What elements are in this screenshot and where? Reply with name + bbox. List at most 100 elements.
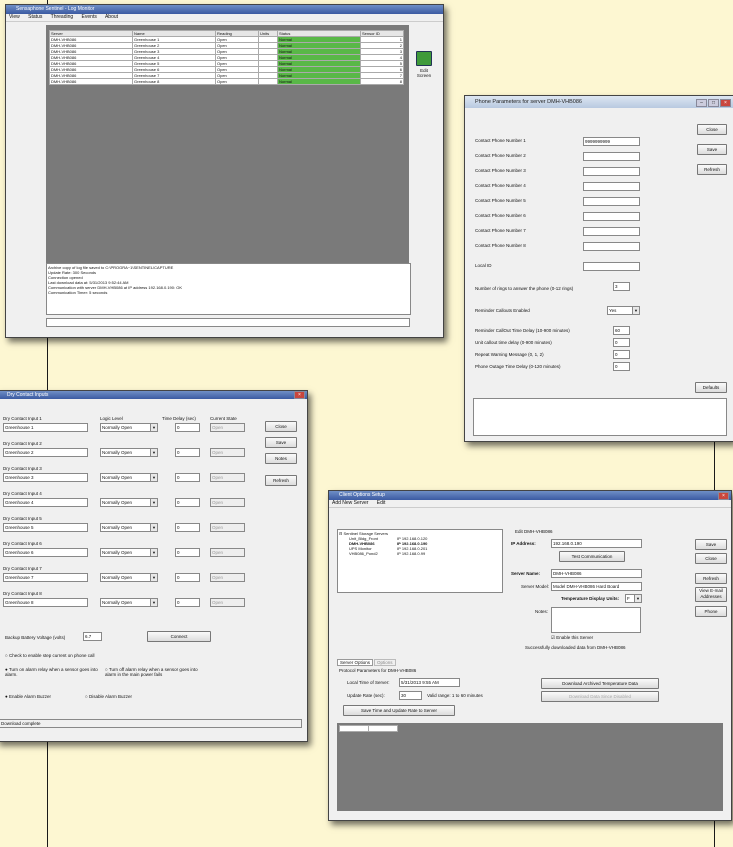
input-name-field[interactable]: Greenhouse 2 [3, 448, 88, 457]
contact-2-field[interactable] [583, 152, 640, 161]
radio-disable-buzzer[interactable]: ○ Disable Alarm Buzzer [85, 694, 132, 699]
input-label: Dry Contact Input 3 [3, 466, 42, 471]
tab-server-options[interactable]: Server Options [337, 659, 374, 666]
logic-dropdown[interactable]: Normally Open ▼ [100, 548, 158, 557]
defaults-button[interactable]: Defaults [695, 382, 727, 393]
param-3-field[interactable]: 0 [613, 350, 630, 359]
refresh-button[interactable]: Refresh [697, 164, 727, 175]
input-name-field[interactable]: Greenhouse 5 [3, 523, 88, 532]
minimize-icon[interactable]: – [696, 99, 707, 107]
callouts-dropdown[interactable]: Yes ▼ [607, 306, 640, 315]
contact-7-field[interactable] [583, 227, 640, 236]
dry-contact-window: Dry Contact Inputs × Dry Contact Input 1… [0, 390, 308, 742]
menu-about[interactable]: About [105, 14, 118, 20]
edit-screen-icon-button[interactable] [416, 51, 432, 66]
monitor-titlebar[interactable]: Sensaphone Sentinel - Log Monitor [6, 5, 443, 14]
setup-titlebar[interactable]: Client Options Setup × [329, 491, 731, 500]
temp-units-dropdown[interactable]: F ▼ [625, 594, 642, 603]
close-button[interactable]: Close [695, 553, 727, 564]
menu-view[interactable]: View [9, 14, 20, 20]
notes-button[interactable]: Notes [265, 453, 297, 464]
server-name-field[interactable]: DMH-VHB086 [551, 569, 642, 578]
input-name-field[interactable]: Greenhouse 3 [3, 473, 88, 482]
notes-field[interactable] [551, 607, 641, 633]
dry-titlebar[interactable]: Dry Contact Inputs × [0, 391, 307, 399]
logic-dropdown[interactable]: Normally Open ▼ [100, 473, 158, 482]
param-2-field[interactable]: 0 [613, 338, 630, 347]
input-name-field[interactable]: Greenhouse 7 [3, 573, 88, 582]
close-button[interactable]: Close [697, 124, 727, 135]
save-button[interactable]: Save [695, 539, 727, 550]
menu-status[interactable]: Status [28, 14, 42, 20]
header-delay: Time Delay (sec) [162, 416, 196, 421]
delay-field[interactable]: 0 [175, 598, 200, 607]
callouts-label: Reminder Callouts Enabled [475, 308, 530, 313]
chevron-down-icon: ▼ [150, 424, 157, 431]
radio-enable-buzzer[interactable]: ● Enable Alarm Buzzer [5, 694, 51, 699]
contact-5-field[interactable] [583, 197, 640, 206]
connect-button[interactable]: Connect [147, 631, 211, 642]
phone-titlebar[interactable]: Phone Parameters for server DMH-VHB086 –… [465, 96, 733, 108]
close-icon[interactable]: × [294, 391, 305, 399]
logic-dropdown[interactable]: Normally Open ▼ [100, 598, 158, 607]
save-time-button[interactable]: Save Time and Update Rate to Server [343, 705, 455, 716]
logic-dropdown[interactable]: Normally Open ▼ [100, 448, 158, 457]
logic-value: Normally Open [102, 425, 133, 430]
contact-4-field[interactable] [583, 182, 640, 191]
edit-screen-label[interactable]: Edit Screen [413, 68, 435, 78]
logic-value: Normally Open [102, 450, 133, 455]
radio-alarm-relay-off[interactable]: ○ Turn off alarm relay when a sensor goe… [105, 667, 200, 677]
contact-1-field[interactable]: 9999999999 [583, 137, 640, 146]
delay-field[interactable]: 0 [175, 573, 200, 582]
close-button[interactable]: Close [265, 421, 297, 432]
test-communication-button[interactable]: Test Communication [559, 551, 625, 562]
contact-8-field[interactable] [583, 242, 640, 251]
logic-dropdown[interactable]: Normally Open ▼ [100, 423, 158, 432]
param-4-field[interactable]: 0 [613, 362, 630, 371]
input-name-field[interactable]: Greenhouse 8 [3, 598, 88, 607]
input-name-field[interactable]: Greenhouse 6 [3, 548, 88, 557]
radio-step-current[interactable]: ○ Check to enable step current on phone … [5, 653, 95, 658]
delay-field[interactable]: 0 [175, 448, 200, 457]
menu-events[interactable]: Events [82, 14, 97, 20]
logic-dropdown[interactable]: Normally Open ▼ [100, 523, 158, 532]
close-icon[interactable]: × [720, 99, 731, 107]
local-id-field[interactable] [583, 262, 640, 271]
input-name-field[interactable]: Greenhouse 1 [3, 423, 88, 432]
contact-6-field[interactable] [583, 212, 640, 221]
delay-field[interactable]: 0 [175, 523, 200, 532]
refresh-button[interactable]: Refresh [265, 475, 297, 486]
server-tree[interactable]: ⊟ Sentinel Storage Servers Unit_Bldg_Fro… [337, 529, 503, 593]
refresh-button[interactable]: Refresh [695, 573, 727, 584]
delay-field[interactable]: 0 [175, 473, 200, 482]
tab-options[interactable]: Options [374, 659, 396, 666]
view-email-button[interactable]: View E-mail Addresses [695, 587, 727, 602]
phone-button[interactable]: Phone [695, 606, 727, 617]
download-archived-button[interactable]: Download Archived Temperature Data [541, 678, 659, 689]
delay-field[interactable]: 0 [175, 548, 200, 557]
save-button[interactable]: Save [265, 437, 297, 448]
update-rate-field[interactable]: 30 [399, 691, 422, 700]
phone-notes-area[interactable] [473, 398, 727, 436]
delay-field[interactable]: 0 [175, 498, 200, 507]
menu-threading[interactable]: Threading [51, 14, 74, 20]
maximize-icon[interactable]: □ [708, 99, 719, 107]
state-field: Open [210, 448, 245, 457]
logic-dropdown[interactable]: Normally Open ▼ [100, 498, 158, 507]
header-logic: Logic Level [100, 416, 123, 421]
contact-3-field[interactable] [583, 167, 640, 176]
input-name-field[interactable]: Greenhouse 4 [3, 498, 88, 507]
save-button[interactable]: Save [697, 144, 727, 155]
delay-field[interactable]: 0 [175, 423, 200, 432]
tree-node[interactable]: VHB086_Pond2 IP 192.168.0.99 [339, 551, 501, 556]
close-icon[interactable]: × [718, 492, 729, 500]
logic-dropdown[interactable]: Normally Open ▼ [100, 573, 158, 582]
radio-alarm-relay-on[interactable]: ● Turn on alarm relay when a sensor goes… [5, 667, 100, 677]
rings-field[interactable]: 3 [613, 282, 630, 291]
menu-edit[interactable]: Edit [377, 500, 386, 506]
table-row[interactable]: DMH-VHB086 Greenhouse 8 Open Normal 8 [49, 78, 404, 85]
enable-server-checkbox[interactable]: ☑ Enable this Server [551, 635, 593, 641]
menu-add-server[interactable]: Add New Server [332, 500, 368, 506]
ip-field[interactable]: 192.168.0.190 [551, 539, 642, 548]
param-1-field[interactable]: 60 [613, 326, 630, 335]
